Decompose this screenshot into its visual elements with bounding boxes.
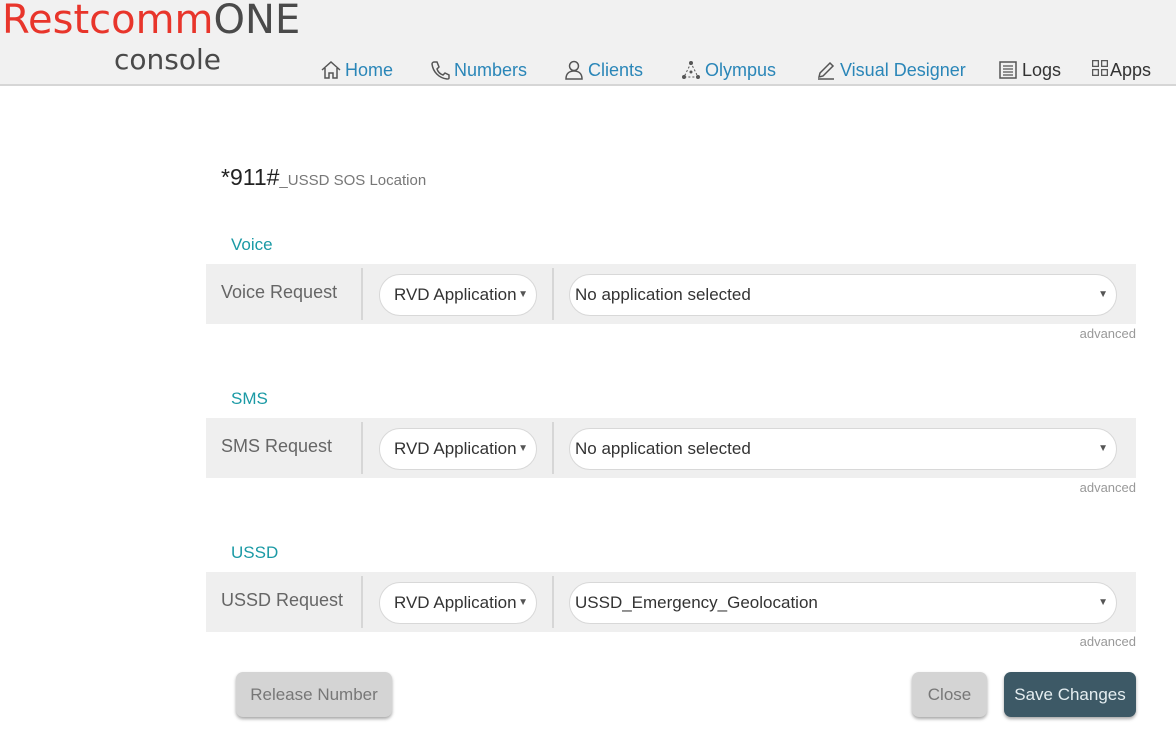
ussd-type-value: RVD Application: [394, 593, 517, 612]
voice-app-value: No application selected: [575, 285, 751, 304]
phone-number: *911#: [221, 164, 280, 190]
logo-console-text: console: [114, 43, 221, 76]
pencil-icon: [815, 59, 837, 81]
voice-advanced-link[interactable]: advanced: [1080, 326, 1136, 341]
ussd-type-select[interactable]: RVD Application ▼: [379, 582, 537, 624]
ussd-request-label: USSD Request: [221, 590, 344, 610]
home-icon: [320, 59, 342, 81]
page-title: *911#_USSD SOS Location: [221, 164, 426, 191]
divider: [361, 576, 363, 628]
chevron-down-icon: ▼: [518, 289, 528, 300]
chevron-down-icon: ▼: [1098, 443, 1108, 454]
sms-section-heading: SMS: [231, 389, 268, 408]
sms-request-row: SMS Request RVD Application ▼ No applica…: [206, 418, 1136, 478]
chevron-down-icon: ▼: [518, 443, 528, 454]
chevron-down-icon: ▼: [1098, 289, 1108, 300]
sms-advanced-link[interactable]: advanced: [1080, 480, 1136, 495]
network-icon: [680, 59, 702, 81]
ussd-app-select[interactable]: USSD_Emergency_Geolocation ▼: [569, 582, 1117, 624]
nav-logs-label: Logs: [1022, 59, 1062, 80]
voice-request-row: Voice Request RVD Application ▼ No appli…: [206, 264, 1136, 324]
release-number-button[interactable]: Release Number: [236, 672, 392, 717]
divider: [361, 268, 363, 320]
sms-type-select[interactable]: RVD Application ▼: [379, 428, 537, 470]
nav-visual-designer[interactable]: Visual Designer: [815, 56, 966, 84]
ussd-section-heading: USSD: [231, 543, 279, 562]
phone-icon: [429, 59, 451, 81]
nav-home[interactable]: Home: [320, 56, 393, 84]
ussd-app-value: USSD_Emergency_Geolocation: [575, 593, 818, 612]
voice-section-heading: Voice: [231, 235, 273, 254]
nav-home-label: Home: [345, 59, 394, 80]
sms-app-select[interactable]: No application selected ▼: [569, 428, 1117, 470]
voice-request-label: Voice Request: [221, 282, 338, 302]
user-icon: [563, 59, 585, 81]
divider: [552, 268, 554, 320]
nav-olympus-label: Olympus: [705, 59, 777, 80]
ussd-advanced-link[interactable]: advanced: [1080, 634, 1136, 649]
nav-logs[interactable]: Logs: [997, 56, 1061, 84]
nav-apps[interactable]: Apps: [1091, 56, 1151, 84]
save-changes-button[interactable]: Save Changes: [1004, 672, 1136, 717]
voice-type-select[interactable]: RVD Application ▼: [379, 274, 537, 316]
nav-visual-designer-label: Visual Designer: [840, 59, 966, 80]
nav-clients[interactable]: Clients: [563, 56, 643, 84]
ussd-request-row: USSD Request RVD Application ▼ USSD_Emer…: [206, 572, 1136, 632]
sms-request-label: SMS Request: [221, 436, 333, 456]
friendly-name: _USSD SOS Location: [279, 172, 427, 189]
logo-gray-text: ONE: [213, 0, 301, 43]
top-header: RestcommONE console Home Numbers Clients…: [0, 0, 1176, 86]
nav-numbers-label: Numbers: [454, 59, 528, 80]
list-icon: [997, 59, 1019, 81]
close-button[interactable]: Close: [912, 672, 987, 717]
nav-olympus[interactable]: Olympus: [680, 56, 776, 84]
divider: [361, 422, 363, 474]
nav-clients-label: Clients: [588, 59, 644, 80]
sms-app-value: No application selected: [575, 439, 751, 458]
restcomm-logo[interactable]: RestcommONE: [2, 0, 300, 42]
logo-red-text: Restcomm: [2, 0, 214, 43]
grid-icon: [1091, 59, 1109, 81]
voice-type-value: RVD Application: [394, 285, 517, 304]
nav-numbers[interactable]: Numbers: [429, 56, 527, 84]
voice-app-select[interactable]: No application selected ▼: [569, 274, 1117, 316]
divider: [552, 422, 554, 474]
divider: [552, 576, 554, 628]
sms-type-value: RVD Application: [394, 439, 517, 458]
chevron-down-icon: ▼: [1098, 597, 1108, 608]
nav-apps-label: Apps: [1110, 59, 1152, 80]
chevron-down-icon: ▼: [518, 597, 528, 608]
